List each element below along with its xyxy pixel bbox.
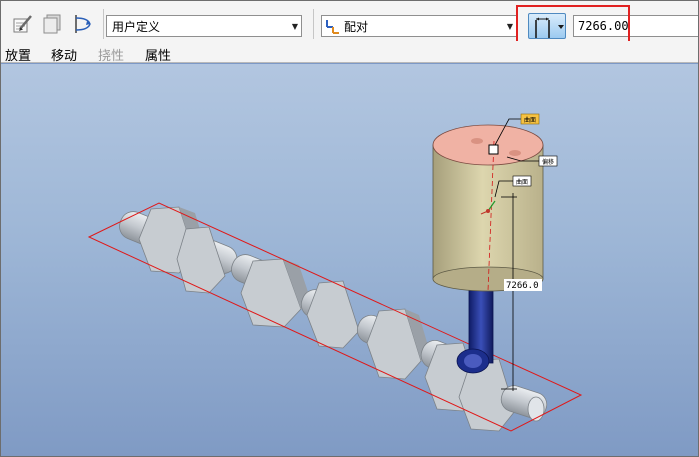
offset-tag: 偏移 xyxy=(542,158,554,166)
copy-icon[interactable] xyxy=(39,11,65,37)
constraint-type-select[interactable]: 配对 ▼ xyxy=(321,15,517,37)
edit-constraint-icon[interactable] xyxy=(9,11,35,37)
piston[interactable] xyxy=(432,124,544,292)
constraint-type-value: 配对 xyxy=(344,19,369,34)
toolbar-separator xyxy=(103,9,104,39)
model-scene: 曲面 偏移 曲面 7266.0 xyxy=(87,113,583,432)
component-placement-window: 用户定义 ▼ 配对 ▼ 7266.00 放置 移动 挠性 属性 曲面 偏移 曲面… xyxy=(0,0,699,457)
tab-move[interactable]: 移动 xyxy=(51,45,77,64)
surface-tag-mid: 曲面 xyxy=(516,178,528,186)
highlight-box xyxy=(516,5,630,43)
offset-dimension-label[interactable]: 7266.0 xyxy=(506,281,539,291)
dashboard-toolbar: 用户定义 ▼ 配对 ▼ 7266.00 xyxy=(1,1,698,43)
tab-properties[interactable]: 属性 xyxy=(145,45,171,64)
placement-type-value: 用户定义 xyxy=(112,19,161,34)
coordinate-system-icon xyxy=(322,16,342,36)
tab-placement[interactable]: 放置 xyxy=(5,45,31,64)
graphics-viewport[interactable]: 曲面 偏移 曲面 7266.0 xyxy=(1,64,698,456)
chevron-down-icon: ▼ xyxy=(291,21,299,31)
placement-type-select[interactable]: 用户定义 ▼ xyxy=(106,15,302,37)
chevron-down-icon: ▼ xyxy=(506,21,514,31)
connecting-rod[interactable] xyxy=(456,280,494,374)
curve-placement-icon[interactable] xyxy=(69,11,95,37)
surface-tag-top: 曲面 xyxy=(524,116,536,124)
toolbar-separator xyxy=(313,9,314,39)
tab-flexibility: 挠性 xyxy=(98,49,125,64)
selection-handle[interactable] xyxy=(488,144,499,155)
